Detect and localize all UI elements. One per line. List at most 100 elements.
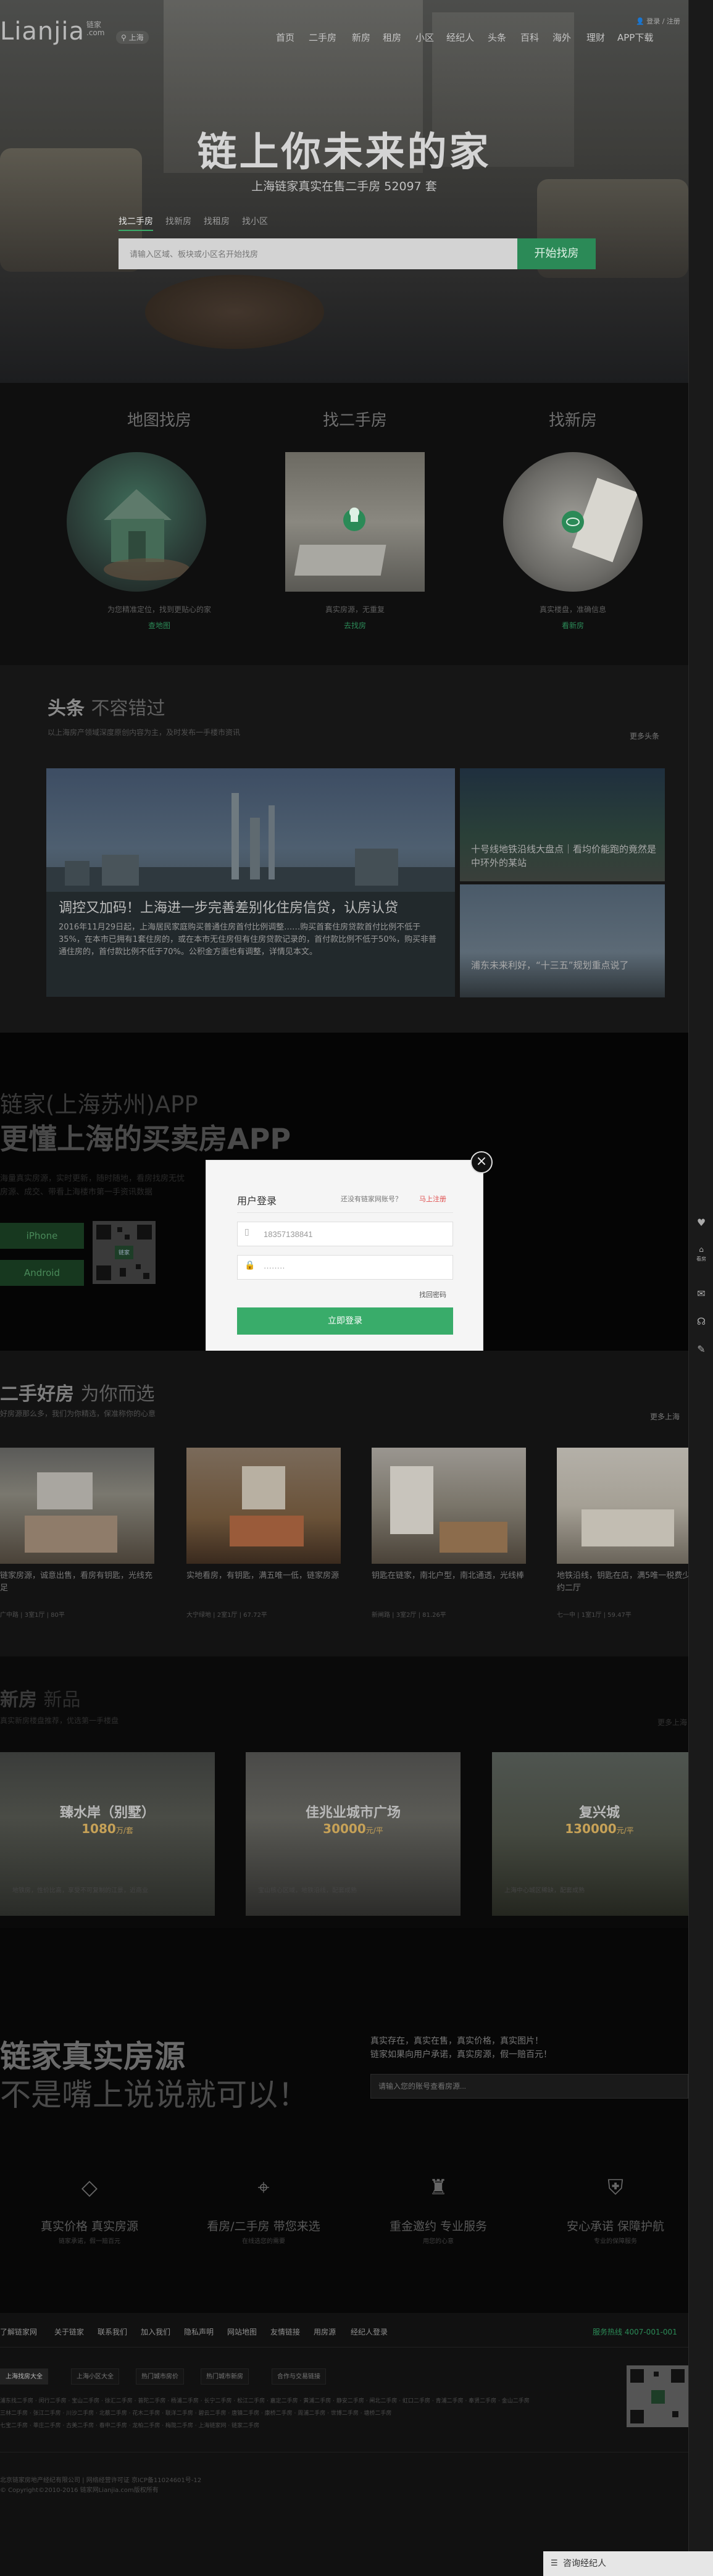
- new-house-card[interactable]: 佳兆业城市广场 30000元/平 宝山核心区域，地铁沿线，配套成熟: [246, 1752, 461, 1916]
- nav-finance[interactable]: 理财: [586, 31, 605, 44]
- android-download-button[interactable]: Android: [0, 1260, 84, 1286]
- app-title: 链家(上海苏州)APP: [0, 1091, 198, 1118]
- tab-second-hand[interactable]: 找二手房: [119, 215, 153, 231]
- second-hand-more-link[interactable]: 更多上海: [650, 1411, 680, 1422]
- footer-tab[interactable]: 上海小区大全: [71, 2368, 119, 2385]
- footer-link[interactable]: 了解链家网: [0, 2326, 37, 2337]
- footer-link[interactable]: 隐私声明: [184, 2326, 214, 2337]
- city-selector[interactable]: ⚲ 上海: [116, 31, 149, 44]
- register-now-link[interactable]: 马上注册: [419, 1194, 446, 1204]
- nav-headlines[interactable]: 头条: [488, 31, 506, 44]
- mail-icon[interactable]: ✉: [689, 1282, 713, 1306]
- nav-overseas[interactable]: 海外: [552, 31, 571, 44]
- nav-community[interactable]: 小区: [415, 31, 434, 44]
- news-subtitle: 以上海房产领域深度原创内容为主，及时发布一手楼市资讯: [48, 728, 241, 737]
- footer-link-row[interactable]: 三林二手房 · 张江二手房 · 川沙二手房 · 北蔡二手房 · 花木二手房 · …: [0, 2409, 605, 2417]
- login-register: 👤 登录 / 注册: [636, 17, 680, 25]
- house-card[interactable]: 链家房源，诚意出售，看房有钥匙，光线充足 广中路 | 3室1厅 | 80平: [0, 1448, 154, 1619]
- services-section: 地图找房 为您精准定位，找到更贴心的家 查地图 找二手房 真实房源，无重复 去找…: [0, 383, 688, 665]
- service-map-link[interactable]: 查地图: [67, 620, 252, 631]
- new-house-price: 30000元/平: [323, 1821, 383, 1836]
- heart-icon[interactable]: ♥: [689, 1210, 713, 1235]
- feature-title: 真实价格 真实房源: [40, 2220, 139, 2233]
- eye-icon: [562, 477, 638, 563]
- house-card-title: 钥匙在链家，南北户型，南北通透，光线棒: [372, 1571, 525, 1580]
- second-hand-image[interactable]: [285, 452, 425, 592]
- footer-tab[interactable]: 合作与交易链接: [272, 2368, 326, 2385]
- footer-qr-code: [627, 2365, 688, 2427]
- new-house-card[interactable]: 臻水岸（别墅） 1080万/套 地铁房，性价比高，享受不可复制的江景，近商业: [0, 1752, 215, 1916]
- app-desc-2: 房源、成交、带看上海楼市第一手资讯数据: [0, 1188, 153, 1197]
- second-hand-subtitle: 好房源那么多，我们为你精选，保准称你的心意: [0, 1409, 156, 1418]
- nav-agent[interactable]: 经纪人: [446, 31, 474, 44]
- new-house-more-link[interactable]: 更多上海: [657, 1717, 687, 1727]
- footer-link-row[interactable]: 七宝二手房 · 莘庄二手房 · 古美二手房 · 春申二手房 · 龙柏二手房 · …: [0, 2421, 605, 2429]
- copyright-2: © Copyright©2010-2016 链家网Lianjia.com版权所有: [0, 2487, 159, 2494]
- app-qr-code: 链家: [93, 1221, 156, 1284]
- nav-new-house[interactable]: 新房: [352, 31, 370, 44]
- home-icon[interactable]: ⌂ 看房: [689, 1241, 713, 1266]
- footer-link-row[interactable]: 浦东找二手房 · 闵行二手房 · 宝山二手房 · 徐汇二手房 · 普陀二手房 ·…: [0, 2396, 605, 2404]
- news-big-title: 调控又加码！上海进一步完善差别化住房信贷，认房认贷: [59, 900, 399, 916]
- nav-home[interactable]: 首页: [276, 31, 294, 44]
- slogan-right-1: 真实存在，真实在售，真实价格，真实图片！: [370, 2036, 543, 2046]
- tab-community[interactable]: 找小区: [242, 215, 268, 227]
- password-input[interactable]: [237, 1255, 453, 1280]
- new-house-desc: 上海中心城区稀缺，配套成熟: [504, 1887, 585, 1894]
- nav-rent[interactable]: 租房: [383, 31, 401, 44]
- house-card-image: [0, 1448, 154, 1564]
- news-more-link[interactable]: 更多头条: [630, 731, 659, 741]
- search-input[interactable]: [119, 238, 517, 269]
- hero-section: Lianjia 链家 .com ⚲ 上海 👤 登录 / 注册 首页 二手房 新房 …: [0, 0, 688, 383]
- house-card[interactable]: 实地看房，有钥匙，满五唯一低，链家房源 大宁绿地 | 2室1厅 | 67.72平: [186, 1448, 341, 1619]
- news-small-item-2[interactable]: 浦东未来利好，“十三五”规划重点说了: [460, 884, 665, 997]
- nav-app-download[interactable]: APP下载: [617, 31, 653, 44]
- house-card-image: [372, 1448, 526, 1564]
- login-submit-button[interactable]: 立即登录: [237, 1307, 453, 1335]
- new-house-card[interactable]: 复兴城 130000元/平 上海中心城区稀缺，配套成熟: [492, 1752, 688, 1916]
- nav-second-hand[interactable]: 二手房: [309, 31, 336, 44]
- footer-link[interactable]: 联系我们: [98, 2326, 127, 2337]
- house-card[interactable]: 钥匙在链家，南北户型，南北通透，光线棒 新闸路 | 3室2厅 | 81.26平: [372, 1448, 526, 1619]
- consult-agent-button[interactable]: ☰ 咨询经纪人: [543, 2551, 713, 2576]
- slogan-line-2: 不是嘴上说说就可以！: [0, 2077, 309, 2113]
- service-map-desc: 为您精准定位，找到更贴心的家: [107, 605, 211, 614]
- footer-tab[interactable]: 热门城市新房: [201, 2368, 249, 2385]
- footer-link[interactable]: 经纪人登录: [351, 2326, 388, 2337]
- right-sidebar: ♥ ⌂ 看房 ✉ ☊ ✎: [688, 0, 713, 2576]
- footer-tab[interactable]: 上海找房大全: [0, 2368, 48, 2385]
- new-house-section: 新房 新品 真实新房楼盘推荐，优选第一手楼盘 更多上海 臻水岸（别墅） 1080…: [0, 1656, 688, 1928]
- iphone-download-button[interactable]: iPhone: [0, 1223, 84, 1249]
- house-card-meta: 广中路 | 3室1厅 | 80平: [0, 1612, 65, 1619]
- login-link[interactable]: 登录: [646, 17, 660, 25]
- feature-desc: 在线选您的需要: [242, 2238, 285, 2245]
- slogan-input[interactable]: [370, 2074, 688, 2099]
- footer-link[interactable]: 友情链接: [270, 2326, 300, 2337]
- news-small-item-1[interactable]: 十号线地铁沿线大盘点｜看均价能跑的竟然是中环外的某站: [460, 768, 665, 881]
- news-big-item[interactable]: 调控又加码！上海进一步完善差别化住房信贷，认房认贷 2016年11月29日起，上…: [46, 768, 455, 997]
- footer-link[interactable]: 用房源: [314, 2326, 336, 2337]
- service-new-house-link[interactable]: 看新房: [480, 620, 665, 631]
- footer-link[interactable]: 加入我们: [141, 2326, 170, 2337]
- new-house-name: 复兴城: [578, 1805, 620, 1821]
- search-button[interactable]: 开始找房: [517, 238, 596, 269]
- register-link[interactable]: 注册: [667, 17, 680, 25]
- service-map-title: 地图找房: [127, 411, 191, 430]
- headset-icon[interactable]: ☊: [689, 1309, 713, 1334]
- tab-new-house[interactable]: 找新房: [165, 215, 191, 227]
- service-second-hand-link[interactable]: 去找房: [262, 620, 448, 631]
- footer-tab[interactable]: 热门城市房价: [136, 2368, 184, 2385]
- tab-rent[interactable]: 找租房: [204, 215, 230, 227]
- nav-wiki[interactable]: 百科: [520, 31, 539, 44]
- footer-link[interactable]: 网站地图: [227, 2326, 257, 2337]
- edit-icon[interactable]: ✎: [689, 1337, 713, 1362]
- footer-link[interactable]: 关于链家: [54, 2326, 84, 2337]
- lianjia-logo[interactable]: Lianjia: [0, 17, 85, 46]
- new-house-image[interactable]: [503, 452, 643, 592]
- news-section: 头条 不容错过 以上海房产领域深度原创内容为主，及时发布一手楼市资讯 更多头条 …: [0, 665, 688, 1033]
- map-house-image[interactable]: [67, 452, 206, 592]
- forgot-password-link[interactable]: 找回密码: [419, 1290, 446, 1299]
- close-icon[interactable]: ×: [470, 1151, 493, 1173]
- house-card-image: [186, 1448, 341, 1564]
- phone-input[interactable]: [237, 1222, 453, 1246]
